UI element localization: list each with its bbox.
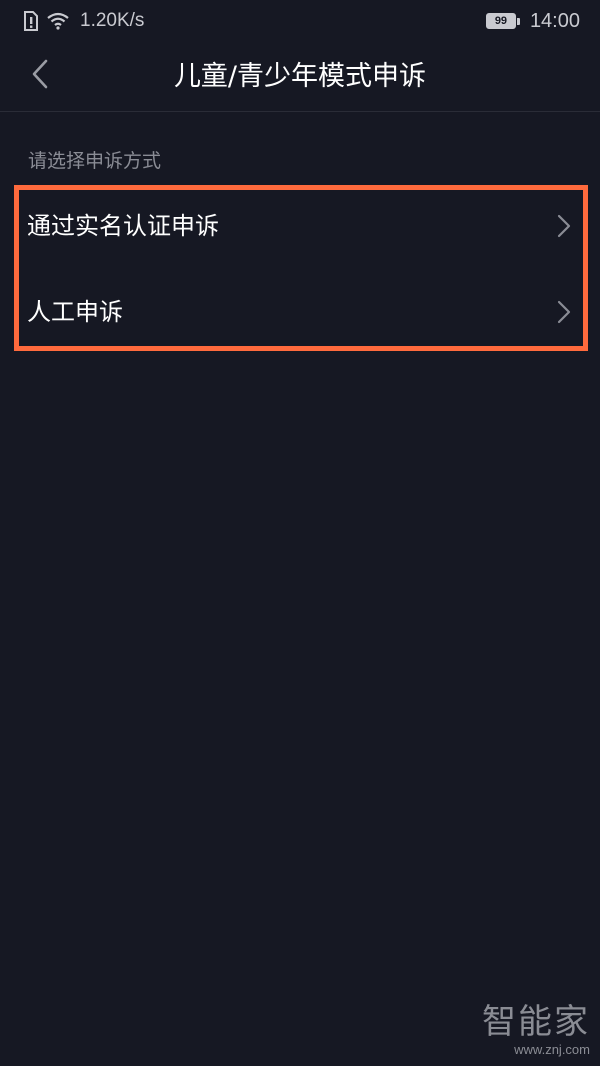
option-label: 通过实名认证申诉 [27,212,219,240]
sim-alert-icon [22,11,38,31]
battery-body: 99 [485,13,516,29]
status-bar: 1.20K/s 99 14:00 [0,0,600,42]
chevron-right-icon [556,300,572,324]
network-speed: 1.20K/s [80,10,145,31]
watermark-logo: 智能家 [482,1002,590,1042]
battery-level: 99 [494,14,508,27]
option-manual-appeal[interactable]: 人工申诉 [0,272,600,352]
status-right: 99 14:00 [485,8,580,34]
clock: 14:00 [529,9,580,32]
battery-icon: 99 [485,13,520,29]
battery-nub [516,17,520,25]
page-title: 儿童/青少年模式申诉 [173,61,427,92]
option-real-name-appeal[interactable]: 通过实名认证申诉 [0,186,600,266]
header: 儿童/青少年模式申诉 [0,42,600,112]
option-label: 人工申诉 [27,298,123,326]
watermark: 智能家 www.znj.com [482,1002,590,1058]
watermark-url: www.znj.com [514,1042,590,1057]
section-label: 请选择申诉方式 [28,150,162,172]
status-left: 1.20K/s [22,8,144,34]
wifi-icon [46,12,70,30]
chevron-right-icon [556,214,572,238]
